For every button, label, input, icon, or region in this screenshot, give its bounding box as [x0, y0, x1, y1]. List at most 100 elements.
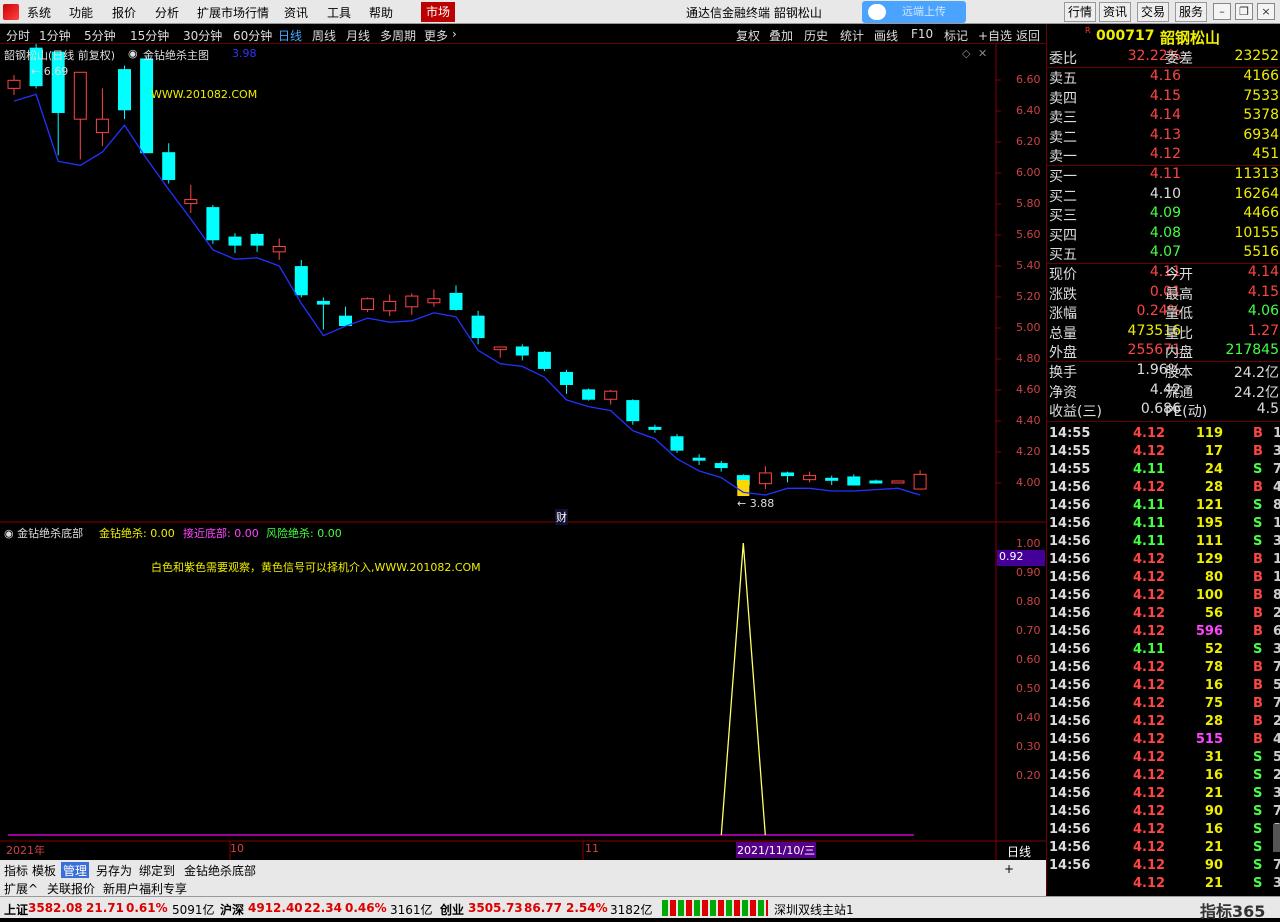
- menu-news[interactable]: 资讯: [284, 4, 308, 21]
- tick-row[interactable]: 14:564.1221S3: [1047, 840, 1280, 858]
- finance-marker[interactable]: 财: [555, 509, 568, 525]
- menu-extmarket[interactable]: 扩展市场行情: [197, 4, 269, 21]
- main-indicator-name[interactable]: 金钻绝杀主图: [143, 47, 209, 63]
- tab-extend[interactable]: 扩展^: [4, 880, 38, 897]
- tick-row[interactable]: 14:56 4.12 78 B 7: [1047, 660, 1280, 678]
- tick-row[interactable]: 14:56 4.12 100 B 8: [1047, 588, 1280, 606]
- bid-row-4[interactable]: 买五 4.07 5516: [1047, 244, 1280, 263]
- close-indicator-icon[interactable]: ✕: [978, 47, 987, 60]
- tab-bind[interactable]: 绑定到: [139, 862, 175, 879]
- tool-history[interactable]: 历史: [804, 27, 828, 44]
- tab-indicator[interactable]: 指标: [4, 862, 28, 879]
- add-tab-icon[interactable]: +: [1004, 862, 1014, 876]
- menu-function[interactable]: 功能: [69, 4, 93, 21]
- tick-row[interactable]: 14:564.1221S3: [1047, 786, 1280, 804]
- period-daily[interactable]: 日线: [278, 27, 302, 44]
- tick-row[interactable]: 14:56 4.11 121 S 8: [1047, 498, 1280, 516]
- bid-row-3[interactable]: 买四 4.08 10155: [1047, 225, 1280, 244]
- ask-row-0[interactable]: 卖五 4.16 4166: [1047, 68, 1280, 87]
- bid-row-1[interactable]: 买二 4.10 16264: [1047, 186, 1280, 205]
- period-timeshare[interactable]: 分时: [6, 27, 30, 44]
- tick-row[interactable]: 14:55 4.12 17 B 3: [1047, 444, 1280, 462]
- market-button[interactable]: 市场: [421, 2, 455, 22]
- tick-row[interactable]: 14:56 4.12 90 S 7: [1047, 858, 1280, 876]
- tool-f10[interactable]: F10: [911, 27, 933, 41]
- period-5min[interactable]: 5分钟: [84, 27, 116, 44]
- hs-label[interactable]: 沪深: [220, 901, 244, 918]
- period-30min[interactable]: 30分钟: [183, 27, 222, 44]
- ask-row-4[interactable]: 卖一 4.12 451: [1047, 146, 1280, 165]
- close-icon[interactable]: ×: [1257, 3, 1275, 20]
- stat-row-0[interactable]: 现价 4.11 4.14 今开: [1047, 264, 1280, 283]
- tool-add-watch[interactable]: +自选: [978, 27, 1012, 44]
- period-multi[interactable]: 多周期: [380, 27, 416, 44]
- tool-back[interactable]: 返回: [1016, 27, 1040, 44]
- tick-row[interactable]: 14:56 4.12 75 B 7: [1047, 696, 1280, 714]
- chevron-right-icon[interactable]: ›: [452, 27, 457, 41]
- tick-row[interactable]: 14:56 4.12 16 B 5: [1047, 678, 1280, 696]
- period-monthly[interactable]: 月线: [346, 27, 370, 44]
- tick-row[interactable]: 14:55 4.11 24 S 7: [1047, 462, 1280, 480]
- tick-row[interactable]: 14:56 4.12 31 S 5: [1047, 750, 1280, 768]
- stat-row-4[interactable]: 外盘 255671 217845 内盘: [1047, 342, 1280, 361]
- tick-scrollbar[interactable]: [1273, 824, 1280, 852]
- tool-adjust[interactable]: 复权: [736, 27, 760, 44]
- tick-row[interactable]: 14:56 4.12 28 B 4: [1047, 480, 1280, 498]
- tick-row[interactable]: 14:56 4.11 52 S 3: [1047, 642, 1280, 660]
- period-60min[interactable]: 60分钟: [233, 27, 272, 44]
- ask-row-1[interactable]: 卖四 4.15 7533: [1047, 88, 1280, 107]
- ask-row-2[interactable]: 卖三 4.14 5378: [1047, 107, 1280, 126]
- tab-template[interactable]: 模板: [32, 862, 56, 879]
- tool-stats[interactable]: 统计: [840, 27, 864, 44]
- tick-row[interactable]: 14:56 4.12 90 S 7: [1047, 804, 1280, 822]
- stat2-row-2[interactable]: 收益(三) 0.686 4.5 PE(动): [1047, 401, 1280, 420]
- tick-row[interactable]: 14:56 4.11 195 S 11: [1047, 516, 1280, 534]
- tick-row[interactable]: 14:56 4.12 515 B 4: [1047, 732, 1280, 750]
- trade-button[interactable]: 交易: [1137, 2, 1169, 22]
- cy-label[interactable]: 创业: [440, 901, 464, 918]
- sub-indicator-dropdown-icon[interactable]: ◉ 金钻绝杀底部: [4, 525, 83, 541]
- tab-new-user[interactable]: 新用户福利专享: [103, 880, 187, 897]
- period-15min[interactable]: 15分钟: [130, 27, 169, 44]
- bid-row-2[interactable]: 买三 4.09 4466: [1047, 205, 1280, 224]
- tab-related-quote[interactable]: 关联报价: [47, 880, 95, 897]
- menu-tools[interactable]: 工具: [327, 4, 351, 21]
- tick-row[interactable]: 14:56 4.12 129 B 11: [1047, 552, 1280, 570]
- chart-area[interactable]: 韶钢松山(日线 前复权) ◉ 金钻绝杀主图 3.98 ◇ ✕ WWW.20108…: [0, 0, 1046, 860]
- stat2-row-0[interactable]: 换手 1.96% 24.2亿 股本: [1047, 362, 1280, 381]
- news-button[interactable]: 资讯: [1099, 2, 1131, 22]
- wb-row[interactable]: 委比 32.22% 23252 委差: [1047, 48, 1280, 67]
- menu-analysis[interactable]: 分析: [155, 4, 179, 21]
- tick-row[interactable]: 4.12 21 S 3: [1047, 876, 1280, 894]
- tick-row[interactable]: 14:56 4.12 28 B 2: [1047, 714, 1280, 732]
- tick-row[interactable]: 14:564.1216S3: [1047, 822, 1280, 840]
- indicator-dropdown-icon[interactable]: ◉: [128, 47, 138, 60]
- tick-row[interactable]: 14:55 4.12 119 B 13: [1047, 426, 1280, 444]
- period-label[interactable]: 日线: [1007, 843, 1031, 860]
- ask-row-3[interactable]: 卖二 4.13 6934: [1047, 127, 1280, 146]
- diamond-icon[interactable]: ◇: [962, 47, 970, 60]
- bid-row-0[interactable]: 买一 4.11 11313: [1047, 166, 1280, 185]
- tick-row[interactable]: 14:56 4.12 596 B 6: [1047, 624, 1280, 642]
- tool-mark[interactable]: 标记: [944, 27, 968, 44]
- cloud-upload-button[interactable]: 远端上传: [862, 1, 966, 23]
- period-more[interactable]: 更多: [424, 27, 448, 44]
- minimize-icon[interactable]: –: [1213, 3, 1231, 20]
- tab-manage[interactable]: 管理: [61, 862, 90, 879]
- stat-row-2[interactable]: 涨幅 0.24% 4.06 量低: [1047, 303, 1280, 322]
- tick-row[interactable]: 14:56 4.12 56 B 2: [1047, 606, 1280, 624]
- sh-label[interactable]: 上证: [4, 901, 28, 918]
- service-button[interactable]: 服务: [1175, 2, 1207, 22]
- restore-icon[interactable]: ❐: [1235, 3, 1253, 20]
- stat-row-3[interactable]: 总量 473516 1.27 量比: [1047, 323, 1280, 342]
- menu-system[interactable]: 系统: [27, 4, 51, 21]
- tab-saveas[interactable]: 另存为: [96, 862, 132, 879]
- server-name[interactable]: 深圳双线主站1: [774, 901, 854, 918]
- tick-row[interactable]: 14:56 4.12 16 S 2: [1047, 768, 1280, 786]
- stat-row-1[interactable]: 涨跌 0.01 4.15 最高: [1047, 284, 1280, 303]
- period-weekly[interactable]: 周线: [312, 27, 336, 44]
- stat2-row-1[interactable]: 净资 4.42 24.2亿 流通: [1047, 382, 1280, 401]
- tick-row[interactable]: 14:56 4.11 111 S 3: [1047, 534, 1280, 552]
- tab-jzjs-bottom[interactable]: 金钻绝杀底部: [184, 862, 256, 879]
- tick-row[interactable]: 14:56 4.12 80 B 10: [1047, 570, 1280, 588]
